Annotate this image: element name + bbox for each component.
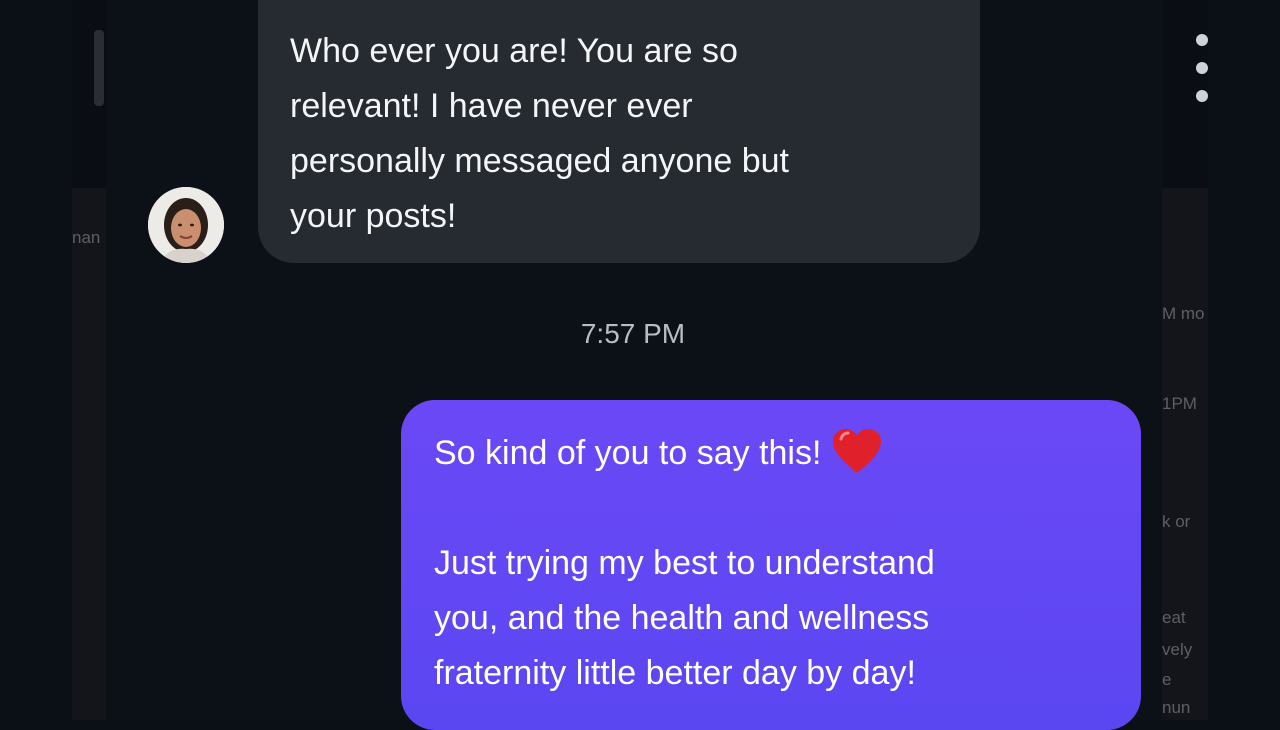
message-line: So kind of you to say this! <box>434 434 822 472</box>
more-options-icon <box>1196 34 1208 104</box>
background-left-text: nan <box>72 228 101 247</box>
message-line: fraternity little better day by day! <box>434 654 916 692</box>
sender-avatar[interactable] <box>148 187 224 263</box>
background-right-text: nun <box>1162 698 1191 717</box>
background-back-icon <box>94 30 104 106</box>
message-line: you, and the health and wellness <box>434 599 930 637</box>
message-first-line: So kind of you to say this! <box>434 426 1111 481</box>
background-right-text: vely <box>1162 640 1193 659</box>
message-line: relevant! I have never ever <box>290 87 693 125</box>
background-left-panel <box>72 188 106 720</box>
red-heart-icon <box>831 427 883 475</box>
message-line: Who ever you are! You are so <box>290 32 738 70</box>
message-line: Just trying my best to understand <box>434 544 935 582</box>
incoming-message-bubble[interactable]: Who ever you are! You are so relevant! I… <box>258 0 980 263</box>
outgoing-message-bubble[interactable]: So kind of you to say this! Just trying … <box>401 400 1141 730</box>
message-line: personally messaged anyone but <box>290 142 789 180</box>
background-right-text: k or <box>1162 512 1191 531</box>
message-line: your posts! <box>290 197 457 235</box>
background-right-text: 1PM <box>1162 394 1197 413</box>
background-right-text: e <box>1162 670 1172 689</box>
background-right-text: eat <box>1162 608 1186 627</box>
message-timestamp: 7:57 PM <box>580 318 686 349</box>
